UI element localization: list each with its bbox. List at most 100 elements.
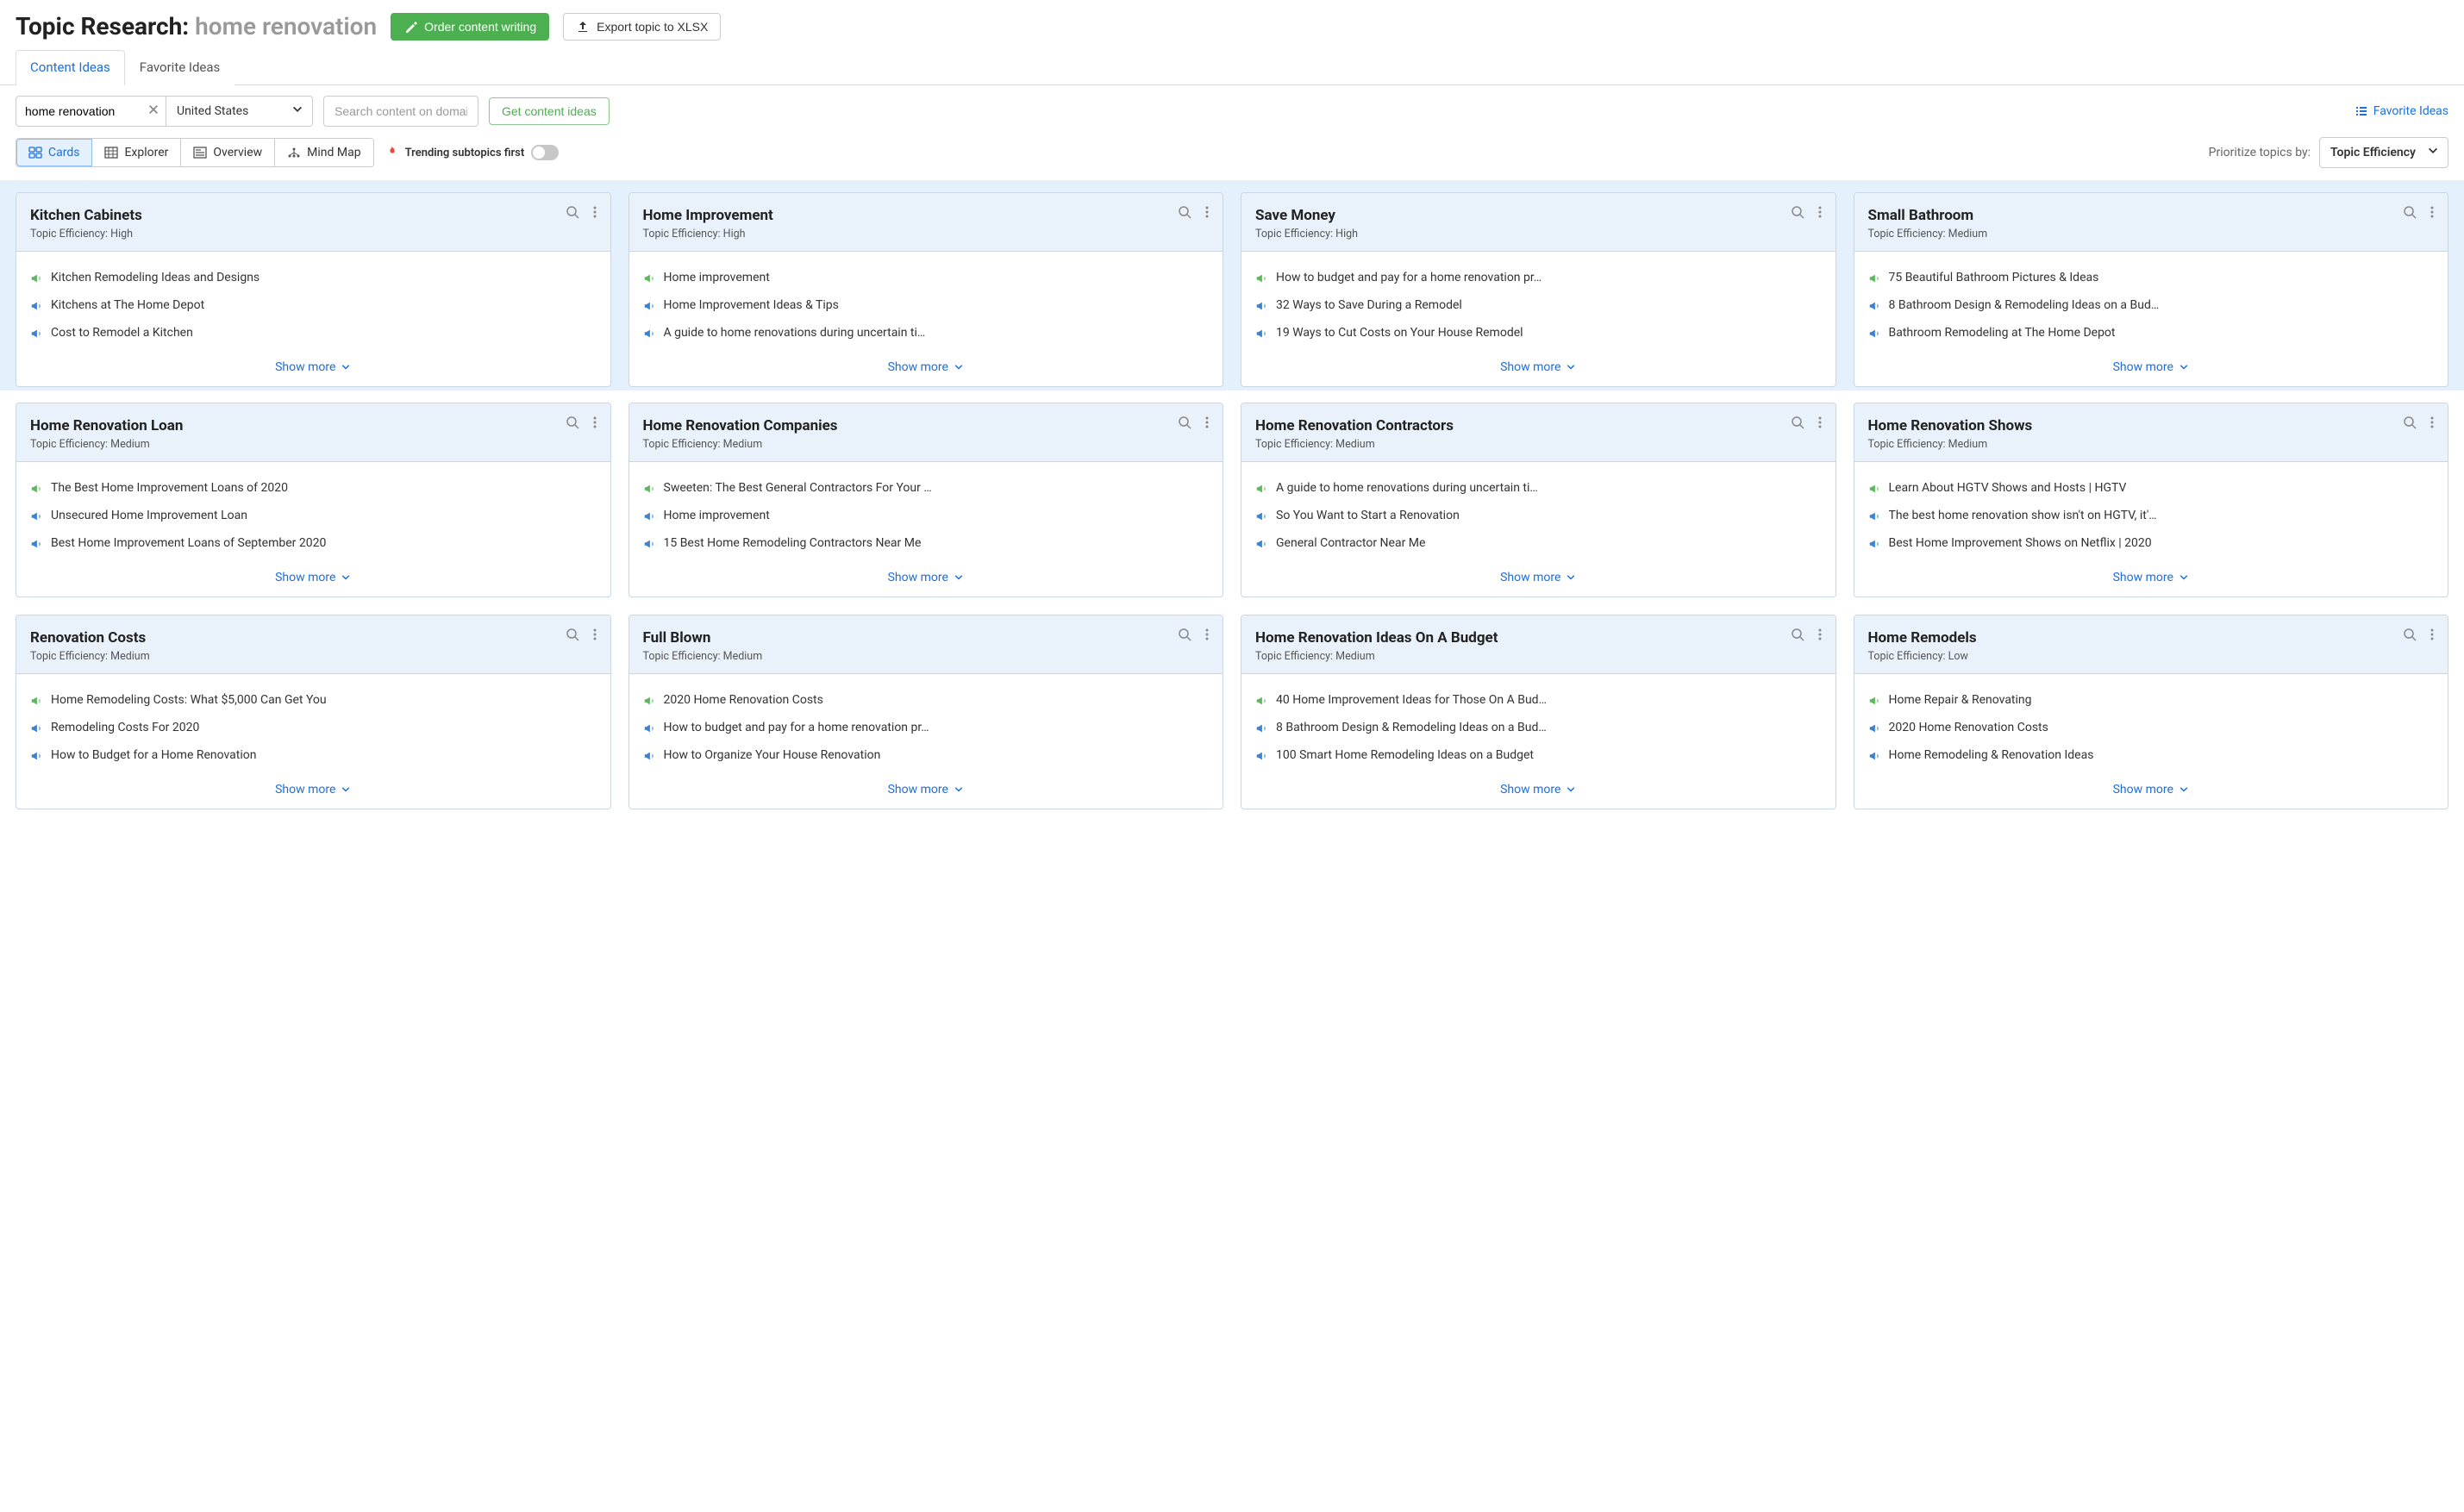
- card-item[interactable]: So You Want to Start a Renovation: [1255, 502, 1822, 529]
- card-item[interactable]: Home Improvement Ideas & Tips: [643, 291, 1210, 319]
- card-search-icon[interactable]: [566, 415, 579, 433]
- view-cards[interactable]: Cards: [16, 139, 92, 166]
- card-more-icon[interactable]: [588, 628, 602, 645]
- card-item[interactable]: 100 Smart Home Remodeling Ideas on a Bud…: [1255, 741, 1822, 769]
- card-search-icon[interactable]: [1791, 628, 1804, 645]
- card-item[interactable]: Home Remodeling Costs: What $5,000 Can G…: [30, 686, 597, 714]
- show-more-button[interactable]: Show more: [16, 562, 610, 597]
- trending-switch[interactable]: [531, 145, 559, 160]
- card-item[interactable]: 32 Ways to Save During a Remodel: [1255, 291, 1822, 319]
- card-item[interactable]: 2020 Home Renovation Costs: [1868, 714, 2435, 741]
- card-more-icon[interactable]: [1813, 415, 1827, 433]
- card-more-icon[interactable]: [1200, 415, 1214, 433]
- card-item[interactable]: Best Home Improvement Shows on Netflix |…: [1868, 529, 2435, 557]
- card-item[interactable]: A guide to home renovations during uncer…: [643, 319, 1210, 347]
- card-item[interactable]: Bathroom Remodeling at The Home Depot: [1868, 319, 2435, 347]
- card-item[interactable]: 15 Best Home Remodeling Contractors Near…: [643, 529, 1210, 557]
- domain-search-input[interactable]: [323, 96, 478, 127]
- show-more-button[interactable]: Show more: [1854, 774, 2448, 809]
- megaphone-icon: [30, 510, 42, 522]
- view-explorer[interactable]: Explorer: [92, 139, 181, 166]
- show-more-button[interactable]: Show more: [629, 562, 1223, 597]
- card-item-text: 100 Smart Home Remodeling Ideas on a Bud…: [1276, 748, 1822, 762]
- card-item[interactable]: 40 Home Improvement Ideas for Those On A…: [1255, 686, 1822, 714]
- card-search-icon[interactable]: [1791, 415, 1804, 433]
- card-more-icon[interactable]: [588, 415, 602, 433]
- card-search-icon[interactable]: [1178, 415, 1191, 433]
- card-item[interactable]: 8 Bathroom Design & Remodeling Ideas on …: [1868, 291, 2435, 319]
- card-search-icon[interactable]: [2403, 205, 2417, 222]
- card-item[interactable]: Home improvement: [643, 264, 1210, 291]
- card-item-text: Remodeling Costs For 2020: [51, 721, 597, 734]
- card-item[interactable]: Cost to Remodel a Kitchen: [30, 319, 597, 347]
- card-item[interactable]: The Best Home Improvement Loans of 2020: [30, 474, 597, 502]
- card-search-icon[interactable]: [1791, 205, 1804, 222]
- card-item[interactable]: Unsecured Home Improvement Loan: [30, 502, 597, 529]
- get-content-ideas-button[interactable]: Get content ideas: [489, 97, 610, 125]
- card-search-icon[interactable]: [2403, 628, 2417, 645]
- show-more-button[interactable]: Show more: [1854, 352, 2448, 386]
- card-more-icon[interactable]: [2425, 205, 2439, 222]
- card-title: Small Bathroom: [1868, 207, 2435, 224]
- card-item[interactable]: Home Repair & Renovating: [1868, 686, 2435, 714]
- card-item[interactable]: Sweeten: The Best General Contractors Fo…: [643, 474, 1210, 502]
- card-item[interactable]: How to budget and pay for a home renovat…: [1255, 264, 1822, 291]
- card-efficiency-label: Topic Efficiency:: [30, 438, 110, 451]
- card-more-icon[interactable]: [2425, 415, 2439, 433]
- tab-favorite-ideas[interactable]: Favorite Ideas: [125, 50, 235, 85]
- card-search-icon[interactable]: [566, 628, 579, 645]
- card-body: Kitchen Remodeling Ideas and Designs Kit…: [16, 252, 610, 352]
- show-more-button[interactable]: Show more: [1241, 562, 1835, 597]
- card-item[interactable]: How to budget and pay for a home renovat…: [643, 714, 1210, 741]
- card-more-icon[interactable]: [1200, 205, 1214, 222]
- clear-icon[interactable]: [147, 103, 159, 119]
- view-overview[interactable]: Overview: [181, 139, 275, 166]
- card-efficiency-label: Topic Efficiency:: [643, 650, 723, 663]
- show-more-button[interactable]: Show more: [629, 352, 1223, 386]
- card-item[interactable]: General Contractor Near Me: [1255, 529, 1822, 557]
- show-more-label: Show more: [275, 360, 335, 374]
- card-item[interactable]: 2020 Home Renovation Costs: [643, 686, 1210, 714]
- card-search-icon[interactable]: [566, 205, 579, 222]
- view-mindmap[interactable]: Mind Map: [275, 139, 372, 166]
- card-search-icon[interactable]: [2403, 415, 2417, 433]
- favorite-ideas-link[interactable]: Favorite Ideas: [2355, 104, 2448, 118]
- card-item[interactable]: Best Home Improvement Loans of September…: [30, 529, 597, 557]
- country-select[interactable]: United States: [166, 96, 313, 127]
- card-item[interactable]: Kitchen Remodeling Ideas and Designs: [30, 264, 597, 291]
- prioritize-select[interactable]: Topic Efficiency: [2319, 137, 2448, 168]
- chevron-down-icon: [2427, 145, 2439, 160]
- card-item[interactable]: A guide to home renovations during uncer…: [1255, 474, 1822, 502]
- card-item[interactable]: Learn About HGTV Shows and Hosts | HGTV: [1868, 474, 2435, 502]
- card-item[interactable]: Home Remodeling & Renovation Ideas: [1868, 741, 2435, 769]
- card-item[interactable]: Remodeling Costs For 2020: [30, 714, 597, 741]
- card-item[interactable]: Kitchens at The Home Depot: [30, 291, 597, 319]
- topic-input[interactable]: [16, 96, 166, 127]
- order-content-button[interactable]: Order content writing: [391, 13, 549, 41]
- card-item[interactable]: 75 Beautiful Bathroom Pictures & Ideas: [1868, 264, 2435, 291]
- card-efficiency-label: Topic Efficiency:: [30, 650, 110, 663]
- card-item-text: 15 Best Home Remodeling Contractors Near…: [664, 536, 1210, 550]
- card-more-icon[interactable]: [1813, 628, 1827, 645]
- show-more-button[interactable]: Show more: [1854, 562, 2448, 597]
- show-more-button[interactable]: Show more: [1241, 774, 1835, 809]
- card-more-icon[interactable]: [1200, 628, 1214, 645]
- show-more-button[interactable]: Show more: [629, 774, 1223, 809]
- show-more-button[interactable]: Show more: [16, 774, 610, 809]
- card-item[interactable]: The best home renovation show isn't on H…: [1868, 502, 2435, 529]
- card-search-icon[interactable]: [1178, 205, 1191, 222]
- card-more-icon[interactable]: [588, 205, 602, 222]
- tab-content-ideas[interactable]: Content Ideas: [16, 50, 125, 85]
- export-xlsx-button[interactable]: Export topic to XLSX: [563, 13, 721, 41]
- card-item[interactable]: 19 Ways to Cut Costs on Your House Remod…: [1255, 319, 1822, 347]
- card-more-icon[interactable]: [1813, 205, 1827, 222]
- card-more-icon[interactable]: [2425, 628, 2439, 645]
- card-item[interactable]: How to Budget for a Home Renovation: [30, 741, 597, 769]
- card-item[interactable]: How to Organize Your House Renovation: [643, 741, 1210, 769]
- card-item[interactable]: Home improvement: [643, 502, 1210, 529]
- card-search-icon[interactable]: [1178, 628, 1191, 645]
- card-efficiency-label: Topic Efficiency:: [30, 228, 110, 241]
- card-item[interactable]: 8 Bathroom Design & Remodeling Ideas on …: [1255, 714, 1822, 741]
- show-more-button[interactable]: Show more: [16, 352, 610, 386]
- show-more-button[interactable]: Show more: [1241, 352, 1835, 386]
